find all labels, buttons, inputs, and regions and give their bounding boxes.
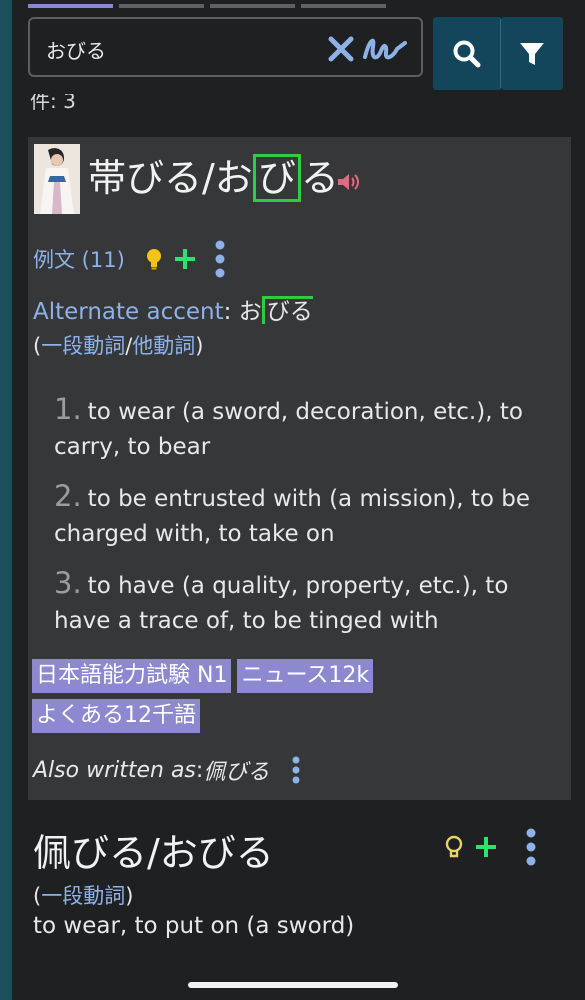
sense-text: to have (a quality, property, etc.), to … (54, 573, 509, 634)
also-written-sep: : (195, 757, 204, 783)
also-written: Also written as: 佩びる (33, 754, 301, 786)
also-written-value[interactable]: 佩びる (203, 754, 269, 786)
headword-text: 帯びる/お (88, 156, 253, 200)
sense-item: 3. to have (a quality, property, etc.), t… (54, 566, 554, 639)
alternate-accent-label[interactable]: Alternate accent (33, 299, 224, 325)
entry-headword[interactable]: 帯びる/おびる (88, 147, 339, 202)
search-icon (453, 40, 480, 67)
pos2-close: ) (125, 884, 134, 908)
pos-close: ) (195, 334, 204, 358)
search-button[interactable] (433, 17, 501, 90)
add-icon[interactable] (173, 247, 197, 271)
entry-gloss-2: to wear, to put on (a sword) (33, 913, 355, 939)
pos2-link-ichidan[interactable]: 一段動詞 (41, 884, 125, 908)
clear-icon[interactable] (325, 33, 357, 65)
sense-number: 2. (54, 479, 82, 513)
pos-link-ichidan[interactable]: 一段動詞 (41, 334, 125, 358)
headword-accent: び (252, 154, 301, 202)
sense-text: to be entrusted with (a mission), to be … (54, 486, 531, 547)
tab-2[interactable] (119, 4, 204, 8)
add-icon[interactable] (474, 835, 498, 859)
handwriting-icon[interactable] (361, 31, 407, 67)
tab-strip (28, 4, 386, 8)
pos-open: ( (33, 334, 42, 358)
also-written-label: Also written as (33, 757, 196, 783)
tag-common[interactable]: よくある12千語 (32, 699, 200, 733)
result-count: 件: 3 (30, 94, 76, 113)
sense-number: 3. (54, 566, 82, 600)
alternate-accent-sep: : (223, 299, 239, 325)
left-edge-bar (0, 0, 12, 1000)
more-options-icon[interactable] (526, 828, 536, 866)
lightbulb-icon[interactable] (444, 834, 464, 860)
headword-tail: る (300, 156, 339, 200)
sense-item: 2. to be entrusted with (a mission), to b… (54, 479, 554, 552)
entry-actions-2 (444, 828, 536, 866)
sense-text: to wear (a sword, decoration, etc.), to … (54, 399, 523, 460)
more-options-icon[interactable] (215, 240, 225, 278)
tag-list: 日本語能力試験 N1 ニュース12k よくある12千語 (32, 659, 482, 733)
alternate-accent-pre: お (238, 299, 262, 325)
sense-list: 1. to wear (a sword, decoration, etc.), t… (54, 392, 554, 653)
entry-actions: 例文 (11) (33, 240, 225, 278)
more-options-icon[interactable] (291, 756, 301, 784)
sense-item: 1. to wear (a sword, decoration, etc.), t… (54, 392, 554, 465)
speaker-icon[interactable] (336, 172, 362, 192)
entry-headword-2[interactable]: 佩びる/おびる (33, 822, 274, 877)
examples-link[interactable]: 例文 (11) (33, 244, 125, 274)
sense-number: 1. (54, 392, 82, 426)
search-box (28, 17, 423, 77)
entry-image[interactable] (34, 144, 80, 214)
tag-news[interactable]: ニュース12k (237, 659, 374, 693)
filter-icon (520, 42, 544, 65)
tab-1[interactable] (28, 4, 113, 8)
filter-button[interactable] (501, 17, 563, 90)
home-indicator[interactable] (188, 982, 398, 988)
pos-link-transitive[interactable]: 他動詞 (132, 334, 195, 358)
tab-3[interactable] (210, 4, 295, 8)
lightbulb-icon[interactable] (145, 247, 163, 271)
part-of-speech-2: (一段動詞) (33, 880, 133, 910)
tab-4[interactable] (301, 4, 386, 8)
part-of-speech: (一段動詞/他動詞) (33, 330, 203, 360)
alternate-accent: Alternate accent: おびる (33, 292, 313, 326)
search-input[interactable] (44, 33, 318, 65)
tag-jlpt[interactable]: 日本語能力試験 N1 (32, 659, 232, 693)
pos2-open: ( (33, 884, 42, 908)
alternate-accent-mark: びる (261, 296, 313, 324)
